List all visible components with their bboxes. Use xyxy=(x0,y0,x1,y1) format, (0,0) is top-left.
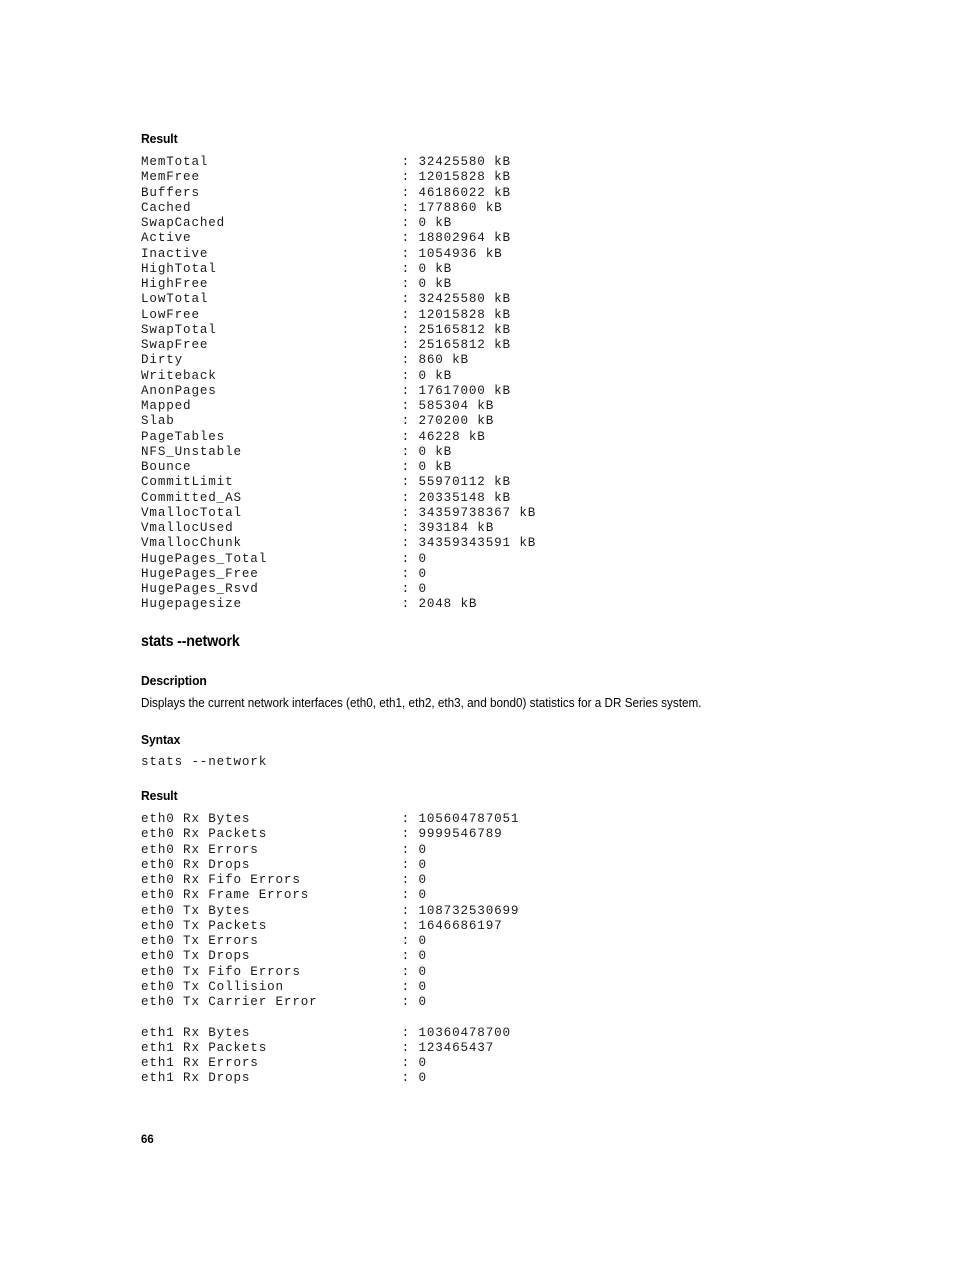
memory-stats-output: MemTotal : 32425580 kB MemFree : 1201582… xyxy=(141,155,537,612)
network-stats-output: eth0 Rx Bytes : 105604787051 eth0 Rx Pac… xyxy=(141,812,520,1086)
description-text: Displays the current network interfaces … xyxy=(141,696,702,710)
page-title: stats --network xyxy=(141,633,240,650)
page-number: 66 xyxy=(141,1132,154,1146)
network-result-heading: Result xyxy=(141,788,178,803)
description-heading: Description xyxy=(141,673,207,688)
syntax-heading: Syntax xyxy=(141,732,181,747)
syntax-command: stats --network xyxy=(141,755,268,769)
memory-result-heading: Result xyxy=(141,131,178,146)
